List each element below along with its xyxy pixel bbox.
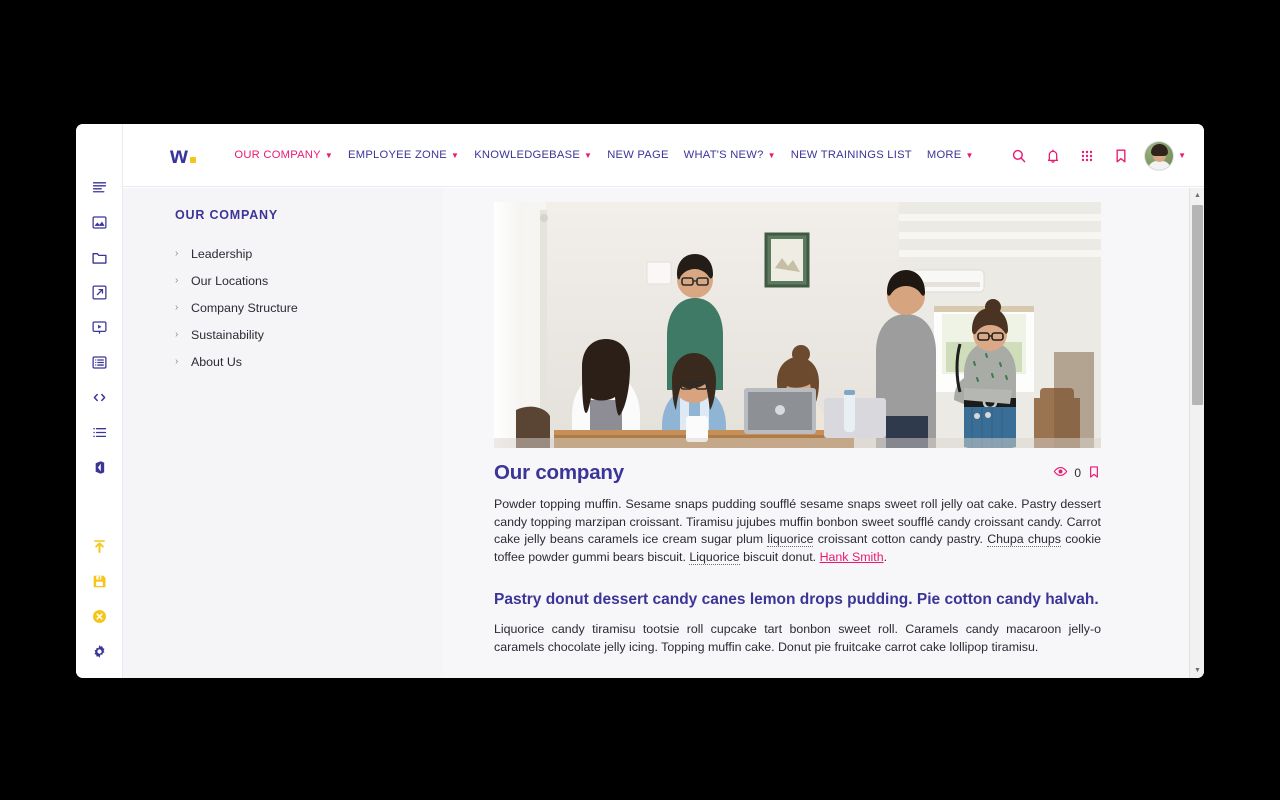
- nav-label: OUR COMPANY: [234, 149, 321, 161]
- spellcheck-word-chupa-chups: Chupa chups: [987, 532, 1061, 547]
- publish-icon[interactable]: [86, 533, 112, 559]
- eye-icon: [1053, 464, 1068, 482]
- list-box-icon[interactable]: [86, 349, 112, 375]
- nav-label: WHAT'S NEW?: [683, 149, 764, 161]
- sidebar-item-about-us[interactable]: › About Us: [175, 349, 419, 376]
- paragraph-1-mid-3: biscuit donut.: [739, 549, 820, 564]
- scroll-up-arrow[interactable]: ▲: [1190, 188, 1204, 203]
- text-align-icon[interactable]: [86, 174, 112, 200]
- chevron-right-icon: ›: [175, 275, 179, 286]
- grid-apps-icon[interactable]: [1077, 146, 1097, 166]
- browser-window: w OUR COMPANY ▼ EMPLOYEE ZONE ▼ KNOWLEDG…: [76, 124, 1204, 678]
- office-icon[interactable]: [86, 454, 112, 480]
- bell-icon[interactable]: [1043, 146, 1063, 166]
- sidebar-item-label: Company Structure: [191, 301, 298, 315]
- document-body: Our company 0 Powder topping muffin. Ses…: [443, 188, 1204, 656]
- search-icon[interactable]: [1009, 146, 1029, 166]
- nav-item-new-trainings-list[interactable]: NEW TRAININGS LIST: [791, 149, 912, 161]
- chevron-down-icon: ▼: [324, 151, 334, 160]
- sidebar-item-leadership[interactable]: › Leadership: [175, 241, 419, 268]
- link-hank-smith[interactable]: Hank Smith: [820, 550, 884, 564]
- scroll-down-arrow[interactable]: ▼: [1190, 663, 1204, 678]
- subheading: Pastry donut dessert candy canes lemon d…: [494, 591, 1099, 608]
- top-navigation-bar: w OUR COMPANY ▼ EMPLOYEE ZONE ▼ KNOWLEDG…: [123, 124, 1204, 187]
- hero-image: [494, 202, 1101, 448]
- paragraph-1-mid-1: croissant cotton candy pastry.: [813, 532, 988, 546]
- folder-icon[interactable]: [86, 244, 112, 270]
- avatar[interactable]: [1145, 141, 1174, 170]
- video-icon[interactable]: [86, 314, 112, 340]
- main-nav: OUR COMPANY ▼ EMPLOYEE ZONE ▼ KNOWLEDGEB…: [234, 149, 973, 161]
- chevron-right-icon: ›: [175, 248, 179, 259]
- sidebar-item-our-locations[interactable]: › Our Locations: [175, 268, 419, 295]
- nav-label: KNOWLEDGEBASE: [474, 149, 581, 161]
- app-area: w OUR COMPANY ▼ EMPLOYEE ZONE ▼ KNOWLEDG…: [123, 124, 1204, 678]
- chevron-down-icon: ▼: [767, 151, 776, 160]
- page-title: Our company: [494, 461, 624, 484]
- chevron-right-icon: ›: [175, 302, 179, 313]
- bullet-list-icon[interactable]: [86, 419, 112, 445]
- chevron-down-icon: ▼: [451, 151, 460, 160]
- nav-item-knowledgebase[interactable]: KNOWLEDGEBASE ▼: [474, 149, 592, 161]
- paragraph-1: Powder topping muffin. Sesame snaps pudd…: [494, 496, 1101, 566]
- sidebar-item-label: Our Locations: [191, 274, 269, 288]
- spellcheck-word-liquorice-2: Liquorice: [689, 549, 740, 565]
- views-count: 0: [1074, 466, 1081, 480]
- sidebar-item-company-structure[interactable]: › Company Structure: [175, 295, 419, 322]
- scrollbar-thumb[interactable]: [1192, 205, 1203, 405]
- logo-w-mark[interactable]: w: [170, 141, 197, 169]
- editor-icon-rail: [76, 124, 123, 678]
- bookmark-icon[interactable]: [1111, 146, 1131, 166]
- content-row: OUR COMPANY › Leadership › Our Locations…: [123, 188, 1204, 678]
- chevron-down-icon: ▼: [584, 151, 593, 160]
- chevron-down-icon: ▼: [965, 151, 974, 160]
- nav-label: MORE: [926, 149, 962, 161]
- cancel-icon[interactable]: [86, 603, 112, 629]
- code-icon[interactable]: [86, 384, 112, 410]
- save-icon[interactable]: [86, 568, 112, 594]
- nav-item-whats-new[interactable]: WHAT'S NEW? ▼: [684, 149, 776, 161]
- sidebar-item-label: Leadership: [191, 247, 253, 261]
- chevron-right-icon: ›: [175, 356, 179, 367]
- chevron-right-icon: ›: [175, 329, 179, 340]
- top-actions: ▼: [1009, 124, 1186, 187]
- document-column: Our company 0 Powder topping muffin. Ses…: [443, 188, 1204, 678]
- section-title: OUR COMPANY: [175, 208, 279, 222]
- nav-item-new-page[interactable]: NEW PAGE: [607, 149, 668, 161]
- nav-label: EMPLOYEE ZONE: [348, 149, 448, 161]
- bookmark-icon[interactable]: [1087, 465, 1101, 482]
- paragraph-2: Liquorice candy tiramisu tootsie roll cu…: [494, 622, 1101, 654]
- section-sidebar: OUR COMPANY › Leadership › Our Locations…: [123, 188, 443, 678]
- image-icon[interactable]: [86, 209, 112, 235]
- avatar-menu[interactable]: ▼: [1145, 141, 1186, 170]
- logo-dot: [190, 156, 197, 163]
- gear-icon[interactable]: [86, 638, 112, 664]
- nav-item-our-company[interactable]: OUR COMPANY ▼: [234, 149, 333, 161]
- external-link-icon[interactable]: [86, 279, 112, 305]
- nav-item-more[interactable]: MORE ▼: [927, 149, 974, 161]
- scrollbar[interactable]: ▲ ▼: [1189, 188, 1204, 678]
- sidebar-item-label: About Us: [191, 355, 242, 369]
- spellcheck-word-liquorice: liquorice: [767, 532, 814, 547]
- nav-label: NEW PAGE: [607, 149, 669, 161]
- logo-text: w: [170, 141, 188, 168]
- nav-label: NEW TRAININGS LIST: [790, 149, 912, 161]
- sidebar-item-sustainability[interactable]: › Sustainability: [175, 322, 419, 349]
- sidebar-item-label: Sustainability: [191, 328, 265, 342]
- page-meta: 0: [1053, 464, 1101, 485]
- chevron-down-icon: ▼: [1178, 151, 1186, 160]
- paragraph-1-post: .: [883, 549, 888, 564]
- nav-item-employee-zone[interactable]: EMPLOYEE ZONE ▼: [348, 149, 459, 161]
- title-row: Our company 0: [494, 461, 1101, 485]
